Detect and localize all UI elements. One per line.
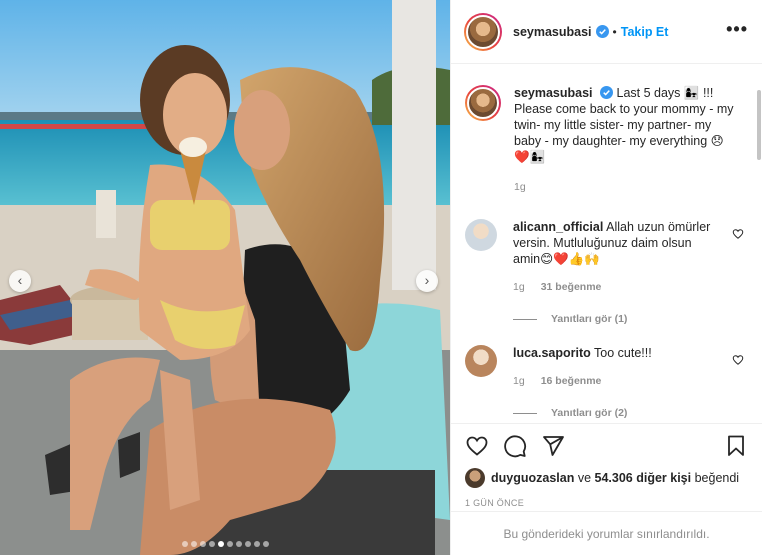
carousel-dot: [253, 541, 260, 547]
comment-like-heart-icon[interactable]: [732, 354, 744, 366]
comment-item: alicann_official Allah uzun ömürler vers…: [451, 219, 762, 295]
comments-limited-notice: Bu gönderideki yorumlar sınırlandırıldı.: [451, 511, 762, 555]
comment-icon[interactable]: [503, 434, 527, 458]
liker-avatar[interactable]: [465, 468, 485, 488]
verified-badge-icon: [595, 25, 609, 38]
view-replies-button[interactable]: Yanıtları gör (1): [513, 313, 762, 325]
bookmark-icon[interactable]: [724, 434, 748, 458]
author-username[interactable]: seymasubasi: [513, 25, 592, 39]
view-replies-label: Yanıtları gör (1): [551, 313, 628, 325]
likes-connector: ve: [577, 471, 592, 485]
likes-count[interactable]: 54.306 diğer kişi: [595, 471, 692, 485]
carousel-dot: [244, 541, 251, 547]
separator-dot: •: [612, 24, 617, 39]
carousel-dot: [226, 541, 233, 547]
view-replies-button[interactable]: Yanıtları gör (2): [513, 407, 762, 419]
carousel-dot: [199, 541, 206, 547]
carousel-indicator: [0, 541, 450, 547]
carousel-next-button[interactable]: ›: [416, 270, 438, 292]
comment-time[interactable]: 1g: [513, 373, 525, 389]
commenter-username[interactable]: luca.saporito: [513, 346, 591, 360]
caption-username[interactable]: seymasubasi: [514, 86, 593, 100]
carousel-dot: [181, 541, 188, 547]
post-caption: seymasubasi Last 5 days 👩‍👧 !!! Please c…: [451, 65, 762, 195]
comment-like-heart-icon[interactable]: [732, 228, 744, 240]
post-date[interactable]: 1 GÜN ÖNCE: [451, 488, 762, 508]
comment-item: luca.saporito Too cute!!! 1g 16 beğenme: [451, 345, 762, 389]
author-avatar[interactable]: [464, 12, 502, 51]
post-actions: duyguozaslan ve 54.306 diğer kişi beğend…: [451, 423, 762, 508]
comments-scrollbar[interactable]: [757, 90, 761, 160]
view-replies-label: Yanıtları gör (2): [551, 407, 628, 419]
commenter-avatar[interactable]: [465, 219, 497, 251]
comment-likes[interactable]: 16 beğenme: [541, 373, 602, 389]
comments-list[interactable]: seymasubasi Last 5 days 👩‍👧 !!! Please c…: [451, 65, 762, 423]
follow-button[interactable]: Takip Et: [621, 25, 669, 39]
carousel-dot: [208, 541, 215, 547]
commenter-avatar[interactable]: [465, 345, 497, 377]
verified-badge-icon: [600, 86, 614, 99]
caption-time[interactable]: 1g: [514, 179, 734, 195]
carousel-dot: [190, 541, 197, 547]
carousel-dot-active: [217, 541, 224, 547]
likes-suffix: beğendi: [694, 471, 740, 485]
more-options-button[interactable]: •••: [726, 20, 748, 40]
paper-plane-icon[interactable]: [541, 434, 565, 458]
commenter-username[interactable]: alicann_official: [513, 220, 603, 234]
comment-time[interactable]: 1g: [513, 279, 525, 295]
comment-text: Too cute!!!: [594, 346, 652, 360]
heart-icon[interactable]: [465, 434, 489, 458]
carousel-dot: [235, 541, 242, 547]
likes-summary: duyguozaslan ve 54.306 diğer kişi beğend…: [451, 468, 762, 488]
post-side-panel: seymasubasi • Takip Et ••• seymasubasi L…: [450, 0, 762, 555]
caption-avatar[interactable]: [465, 85, 501, 121]
carousel-prev-button[interactable]: ‹: [9, 270, 31, 292]
comment-likes[interactable]: 31 beğenme: [541, 279, 602, 295]
liker-username[interactable]: duyguozaslan: [491, 471, 574, 485]
post-photo[interactable]: ‹ ›: [0, 0, 450, 555]
photo-illustration: [0, 0, 450, 555]
post-header: seymasubasi • Takip Et •••: [451, 0, 762, 64]
carousel-dot: [262, 541, 269, 547]
